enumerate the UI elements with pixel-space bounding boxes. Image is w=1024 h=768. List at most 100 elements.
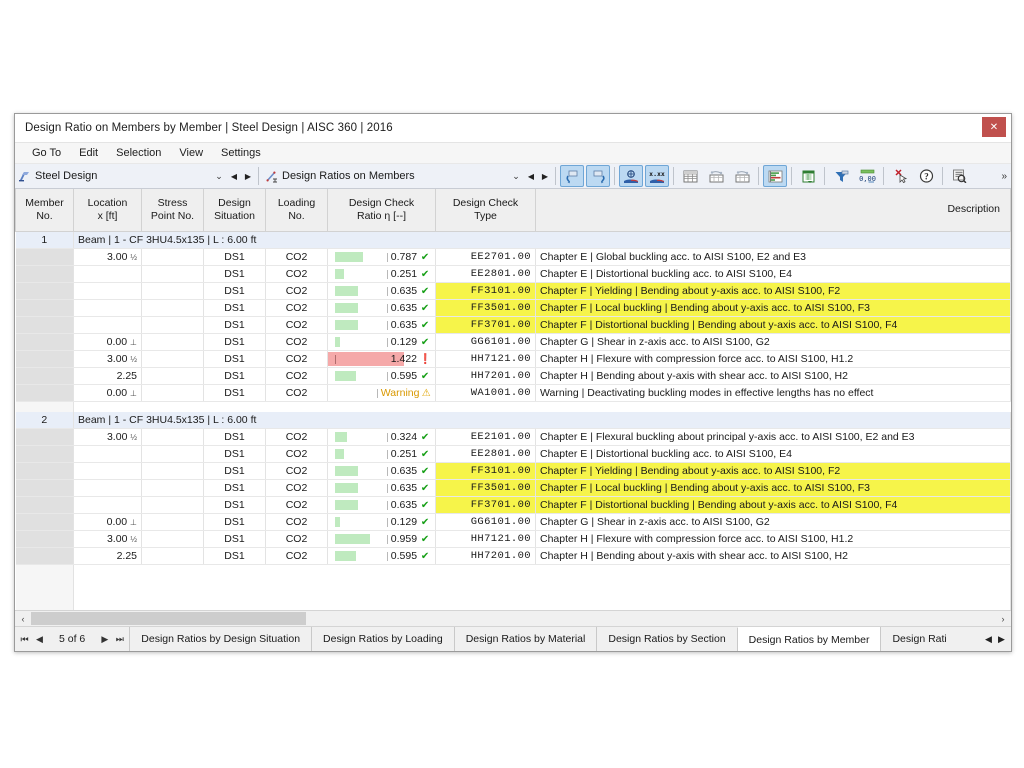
loading-cell[interactable]: CO2 <box>266 266 328 283</box>
stress-point-cell[interactable] <box>142 300 204 317</box>
design-ratio-cell[interactable]: 0.595✔ <box>328 548 436 565</box>
tab-design-rati[interactable]: Design Rati <box>880 627 957 651</box>
design-check-type-cell[interactable]: FF3101.00 <box>436 283 536 300</box>
design-situation-cell[interactable]: DS1 <box>204 497 266 514</box>
description-cell[interactable]: Chapter E | Distortional buckling acc. t… <box>536 446 1011 463</box>
table-row[interactable]: DS1CO20.635✔FF3101.00Chapter F | Yieldin… <box>16 463 1011 480</box>
member-no-cell[interactable] <box>16 283 74 300</box>
design-ratio-cell[interactable]: 0.635✔ <box>328 497 436 514</box>
design-check-type-cell[interactable]: WA1001.00 <box>436 385 536 402</box>
tab-design-ratios-by-loading[interactable]: Design Ratios by Loading <box>311 627 454 651</box>
design-situation-cell[interactable]: DS1 <box>204 266 266 283</box>
find-button[interactable] <box>947 165 971 187</box>
location-cell[interactable]: 0.00 ⊥ <box>74 334 142 351</box>
table-row[interactable]: DS1CO20.251✔EE2801.00Chapter E | Distort… <box>16 446 1011 463</box>
design-check-type-cell[interactable]: FF3101.00 <box>436 463 536 480</box>
stress-point-cell[interactable] <box>142 385 204 402</box>
help-button[interactable]: ? <box>914 165 938 187</box>
design-situation-cell[interactable]: DS1 <box>204 283 266 300</box>
location-cell[interactable]: 3.00 ½ <box>74 429 142 446</box>
table-row[interactable]: 3.00 ½DS1CO20.959✔HH7121.00Chapter H | F… <box>16 531 1011 548</box>
tab-prev-button[interactable]: ◀ <box>982 634 995 645</box>
location-cell[interactable] <box>74 480 142 497</box>
design-ratio-cell[interactable]: 0.959✔ <box>328 531 436 548</box>
design-check-type-cell[interactable]: HH7121.00 <box>436 351 536 368</box>
description-cell[interactable]: Chapter G | Shear in z-axis acc. to AISI… <box>536 334 1011 351</box>
design-situation-cell[interactable]: DS1 <box>204 531 266 548</box>
member-no-cell[interactable] <box>16 249 74 266</box>
loading-cell[interactable]: CO2 <box>266 480 328 497</box>
location-cell[interactable] <box>74 266 142 283</box>
loading-cell[interactable]: CO2 <box>266 429 328 446</box>
member-no-cell[interactable] <box>16 266 74 283</box>
description-cell[interactable]: Chapter F | Yielding | Bending about y-a… <box>536 463 1011 480</box>
undo-arrow-button[interactable] <box>560 165 584 187</box>
next-page-button[interactable]: ▶ <box>97 634 112 645</box>
stress-point-cell[interactable] <box>142 480 204 497</box>
column-header-description[interactable]: Description <box>536 189 1011 232</box>
design-ratio-cell[interactable]: 0.635✔ <box>328 480 436 497</box>
chart-bars-button[interactable] <box>763 165 787 187</box>
tab-next-button[interactable]: ▶ <box>995 634 1008 645</box>
design-check-type-cell[interactable]: HH7201.00 <box>436 368 536 385</box>
loading-cell[interactable]: CO2 <box>266 334 328 351</box>
design-ratio-cell[interactable]: Warning⚠ <box>328 385 436 402</box>
tab-design-ratios-by-member[interactable]: Design Ratios by Member <box>737 627 881 651</box>
scrollbar-track[interactable] <box>31 612 995 625</box>
description-cell[interactable]: Chapter F | Local buckling | Bending abo… <box>536 300 1011 317</box>
design-check-type-cell[interactable]: EE2801.00 <box>436 266 536 283</box>
design-check-type-cell[interactable]: FF3501.00 <box>436 300 536 317</box>
location-cell[interactable]: 3.00 ½ <box>74 249 142 266</box>
table-header-button[interactable] <box>704 165 728 187</box>
table-row[interactable]: DS1CO20.635✔FF3701.00Chapter F | Distort… <box>16 317 1011 334</box>
description-cell[interactable]: Chapter H | Bending about y-axis with sh… <box>536 368 1011 385</box>
design-situation-cell[interactable]: DS1 <box>204 480 266 497</box>
stress-point-cell[interactable] <box>142 283 204 300</box>
location-cell[interactable]: 0.00 ⊥ <box>74 385 142 402</box>
table-row[interactable]: 3.00 ½DS1CO21.422❗HH7121.00Chapter H | F… <box>16 351 1011 368</box>
menu-item-selection[interactable]: Selection <box>107 145 170 161</box>
location-cell[interactable] <box>74 300 142 317</box>
loading-cell[interactable]: CO2 <box>266 283 328 300</box>
prev-page-button[interactable]: ◀ <box>32 634 47 645</box>
design-situation-cell[interactable]: DS1 <box>204 548 266 565</box>
table-row[interactable]: 0.00 ⊥DS1CO20.129✔GG6101.00Chapter G | S… <box>16 514 1011 531</box>
design-ratio-cell[interactable]: 0.787✔ <box>328 249 436 266</box>
member-no-cell[interactable] <box>16 548 74 565</box>
loading-cell[interactable]: CO2 <box>266 497 328 514</box>
description-cell[interactable]: Chapter H | Bending about y-axis with sh… <box>536 548 1011 565</box>
column-header-stress_point[interactable]: StressPoint No. <box>142 189 204 232</box>
table-row[interactable]: DS1CO20.635✔FF3501.00Chapter F | Local b… <box>16 480 1011 497</box>
location-cell[interactable]: 2.25 <box>74 548 142 565</box>
stress-point-cell[interactable] <box>142 351 204 368</box>
member-no-cell[interactable] <box>16 531 74 548</box>
design-ratio-cell[interactable]: 0.635✔ <box>328 300 436 317</box>
design-situation-cell[interactable]: DS1 <box>204 514 266 531</box>
redo-arrow-button[interactable] <box>586 165 610 187</box>
design-ratio-cell[interactable]: 0.635✔ <box>328 283 436 300</box>
column-header-loading[interactable]: LoadingNo. <box>266 189 328 232</box>
loading-cell[interactable]: CO2 <box>266 351 328 368</box>
last-page-button[interactable]: ⏭ <box>112 634 127 645</box>
table-row[interactable]: DS1CO20.635✔FF3701.00Chapter F | Distort… <box>16 497 1011 514</box>
location-cell[interactable] <box>74 446 142 463</box>
design-check-type-cell[interactable]: FF3701.00 <box>436 317 536 334</box>
tab-design-ratios-by-design-situation[interactable]: Design Ratios by Design Situation <box>129 627 311 651</box>
table-row[interactable]: 2.25DS1CO20.595✔HH7201.00Chapter H | Ben… <box>16 548 1011 565</box>
design-check-type-cell[interactable]: EE2101.00 <box>436 429 536 446</box>
module-prev-button[interactable]: ◀ <box>227 172 241 181</box>
design-ratio-cell[interactable]: 0.129✔ <box>328 514 436 531</box>
member-no-cell[interactable] <box>16 446 74 463</box>
member-group-row[interactable]: 1Beam | 1 - CF 3HU4.5x135 | L : 6.00 ft <box>16 232 1011 249</box>
description-cell[interactable]: Chapter F | Yielding | Bending about y-a… <box>536 283 1011 300</box>
table-row[interactable]: 0.00 ⊥DS1CO2Warning⚠WA1001.00Warning | D… <box>16 385 1011 402</box>
design-situation-cell[interactable]: DS1 <box>204 368 266 385</box>
design-situation-cell[interactable]: DS1 <box>204 249 266 266</box>
graphic-result-button[interactable] <box>619 165 643 187</box>
description-cell[interactable]: Chapter E | Flexural buckling about prin… <box>536 429 1011 446</box>
member-no-cell[interactable] <box>16 480 74 497</box>
design-check-type-cell[interactable]: HH7121.00 <box>436 531 536 548</box>
table-all-button[interactable] <box>678 165 702 187</box>
loading-cell[interactable]: CO2 <box>266 531 328 548</box>
member-no-cell[interactable] <box>16 429 74 446</box>
